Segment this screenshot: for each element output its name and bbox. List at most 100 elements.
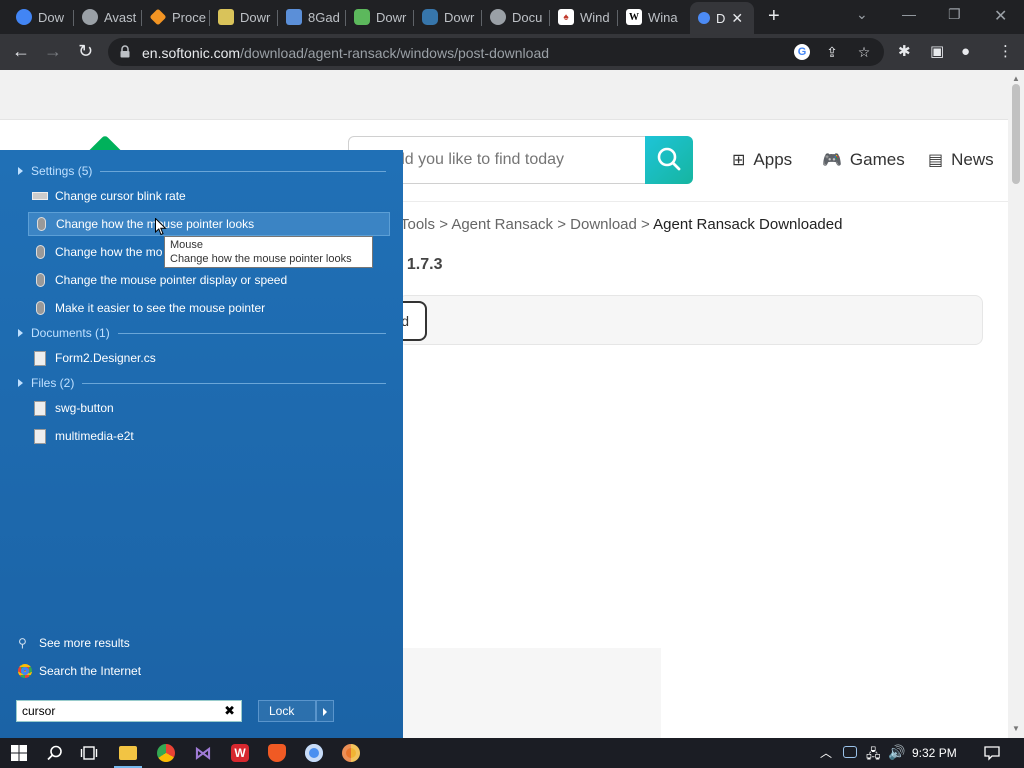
result-item[interactable]: swg-button (28, 396, 390, 420)
show-hidden-icons-icon[interactable]: ︿ (820, 744, 832, 761)
breadcrumb-separator: > (439, 216, 448, 233)
result-item[interactable]: Change the mouse pointer display or spee… (28, 268, 390, 292)
lock-button[interactable]: Lock (258, 700, 316, 722)
result-item-selected[interactable]: Change how the mouse pointer looks (28, 212, 390, 236)
chrome-icon[interactable] (157, 744, 175, 762)
browser-tab[interactable]: W Wina (618, 4, 688, 30)
back-button[interactable]: ← (12, 42, 30, 60)
browser-tab[interactable]: 8Gad (278, 4, 346, 30)
google-icon[interactable]: G (794, 44, 810, 60)
power-options-arrow[interactable] (316, 700, 334, 722)
scroll-up-icon[interactable]: ▲ (1012, 74, 1020, 83)
new-tab-button[interactable]: + (768, 6, 780, 26)
chrome-beta-icon[interactable] (305, 744, 323, 762)
mouse-cursor-icon (155, 218, 167, 236)
minimize-button[interactable]: — (902, 6, 916, 22)
result-item[interactable]: Change cursor blink rate (28, 184, 390, 208)
see-more-results-link[interactable]: ⚲ See more results (18, 636, 130, 650)
search-icon[interactable] (46, 744, 64, 762)
monitor-icon (286, 9, 302, 25)
file-explorer-icon[interactable] (119, 746, 137, 760)
start-search-input[interactable] (17, 701, 217, 721)
hexagon-icon (354, 9, 370, 25)
chrome-canary-icon[interactable] (342, 744, 360, 762)
windows-taskbar: ⋈ W ︿ 🖧 🔊 9:32 PM (0, 738, 1024, 768)
lock-icon (120, 45, 130, 58)
expand-arrow-icon (18, 167, 23, 175)
windows-start-icon[interactable] (10, 744, 28, 762)
mouse-icon (37, 217, 46, 231)
breadcrumb-link[interactable]: Agent Ransack (451, 216, 553, 233)
search-internet-link[interactable]: Search the Internet (18, 664, 141, 678)
nav-apps-link[interactable]: ⊞ Apps (732, 150, 792, 170)
breadcrumb-link[interactable]: Download (570, 216, 637, 233)
breadcrumb-link[interactable]: Tools (400, 216, 435, 233)
nav-games-link[interactable]: 🎮 Games (822, 150, 905, 170)
group-documents-header[interactable]: Documents (1) (18, 326, 386, 340)
wikipedia-icon: W (626, 9, 642, 25)
task-view-icon[interactable] (80, 744, 98, 762)
reload-button[interactable]: ↻ (78, 42, 93, 60)
tab-title: Dowr (376, 9, 407, 25)
profile-icon[interactable]: ● (961, 44, 970, 60)
version-text: / 1.7.3 (398, 256, 443, 273)
extensions-icon[interactable]: ✱ (898, 44, 911, 60)
restore-button[interactable]: ❐ (948, 6, 961, 23)
url-text: en.softonic.com/download/agent-ransack/w… (142, 45, 549, 61)
site-search-button[interactable] (645, 136, 693, 184)
onedrive-icon[interactable] (843, 746, 857, 758)
nav-news-link[interactable]: ▤ News (928, 150, 994, 170)
expand-arrow-icon (18, 379, 23, 387)
browser-tab[interactable]: Avast (74, 4, 142, 30)
system-clock[interactable]: 9:32 PM (912, 746, 957, 760)
forward-button[interactable]: → (44, 42, 62, 60)
wps-office-icon[interactable]: W (231, 744, 249, 762)
browser-tab[interactable]: Dow (8, 4, 74, 30)
page-scrollbar[interactable]: ▲ ▼ (1008, 70, 1024, 738)
visual-studio-icon[interactable]: ⋈ (194, 744, 212, 762)
group-files-header[interactable]: Files (2) (18, 376, 386, 390)
browser-toolbar: ← → ↻ en.softonic.com/download/agent-ran… (0, 34, 1024, 70)
diamond-icon (149, 8, 167, 26)
result-item[interactable]: multimedia-e2t (28, 424, 390, 448)
network-icon[interactable]: 🖧 (866, 745, 881, 767)
volume-icon[interactable]: 🔊 (888, 744, 905, 761)
clear-search-icon[interactable]: ✖ (224, 703, 235, 719)
side-panel-icon[interactable]: ▣ (930, 44, 944, 60)
notifications-icon[interactable] (983, 744, 1001, 762)
browser-tab-bar: Dow Avast Proce Dowr 8Gad Dowr Dowr Docu… (0, 0, 1024, 34)
mouse-icon (36, 273, 45, 287)
window-close-button[interactable]: ✕ (994, 6, 1007, 26)
browser-tab[interactable]: Dowr (210, 4, 278, 30)
menu-icon[interactable]: ⋮ (998, 44, 1013, 60)
browser-tab-active[interactable]: D ✕ (690, 2, 754, 34)
result-item[interactable]: Form2.Designer.cs (28, 346, 390, 370)
tab-title: 8Gad (308, 9, 340, 25)
start-search-box[interactable]: ✖ (16, 700, 242, 722)
breadcrumb-current: Agent Ransack Downloaded (653, 216, 843, 233)
scroll-thumb[interactable] (1012, 84, 1020, 184)
chrome-icon (18, 664, 32, 678)
tab-search-icon[interactable]: ⌄ (856, 6, 868, 23)
document-icon (34, 350, 46, 366)
brave-icon[interactable] (268, 744, 286, 762)
tab-close-icon[interactable]: ✕ (731, 10, 743, 27)
browser-tab[interactable]: Docu (482, 4, 550, 30)
nav-label: News (951, 150, 994, 169)
browser-tab[interactable]: ♠ Wind (550, 4, 618, 30)
scroll-down-icon[interactable]: ▼ (1012, 724, 1020, 733)
browser-tab[interactable]: Dowr (346, 4, 414, 30)
browser-tab[interactable]: Proce (142, 4, 210, 30)
browser-tab[interactable]: Dowr (414, 4, 482, 30)
tab-title: Avast (104, 9, 137, 25)
apps-grid-icon: ⊞ (732, 152, 746, 169)
news-icon: ▤ (928, 152, 944, 169)
file-icon (34, 400, 46, 416)
share-icon[interactable]: ⇪ (824, 44, 840, 60)
keyboard-icon (32, 192, 48, 200)
tab-title: Wind (580, 9, 610, 25)
result-item[interactable]: Make it easier to see the mouse pointer (28, 296, 390, 320)
bookmark-star-icon[interactable]: ☆ (856, 44, 872, 60)
address-bar[interactable]: en.softonic.com/download/agent-ransack/w… (108, 38, 884, 66)
group-settings-header[interactable]: Settings (5) (18, 164, 386, 178)
